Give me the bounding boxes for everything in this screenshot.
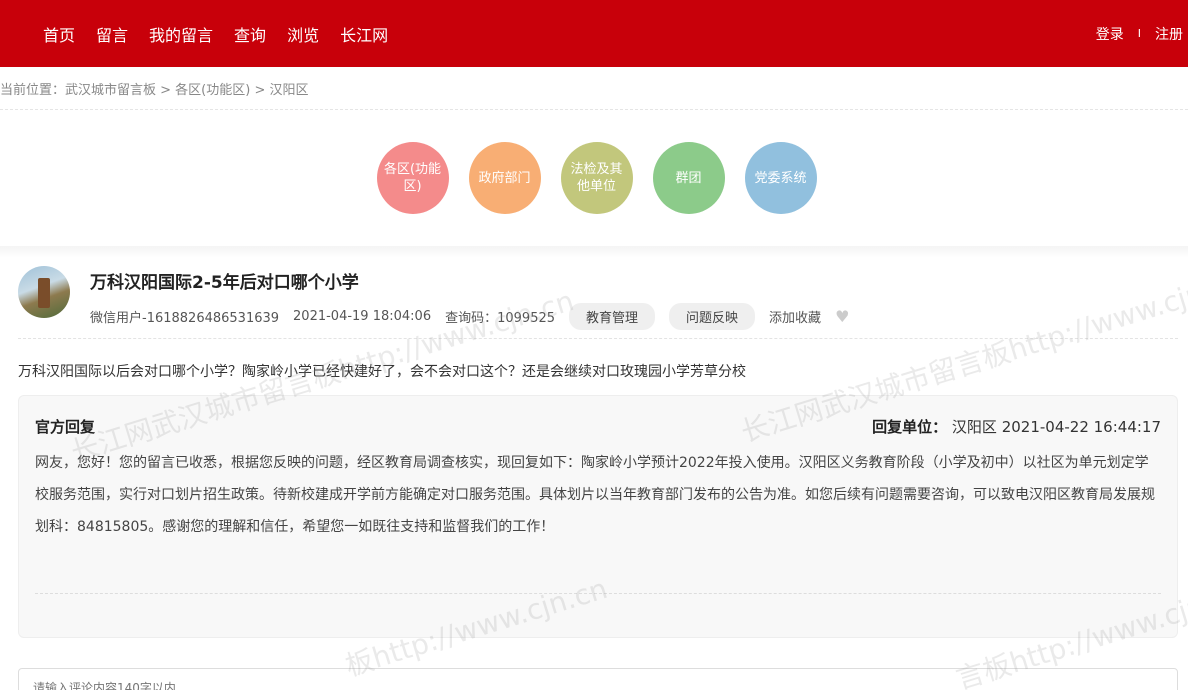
category-districts[interactable]: 各区(功能区): [376, 142, 449, 214]
comment-box[interactable]: [18, 668, 1178, 690]
category-party[interactable]: 党委系统: [744, 142, 817, 214]
post-time: 2021-04-19 18:04:06: [293, 309, 432, 324]
nav-cjn[interactable]: 长江网: [340, 22, 388, 46]
tag-education[interactable]: 教育管理: [569, 303, 656, 330]
nav-my-messages[interactable]: 我的留言: [149, 22, 213, 46]
category-government[interactable]: 政府部门: [468, 142, 541, 214]
top-navigation-bar: 首页 留言 我的留言 查询 浏览 长江网 登录 I 注册: [0, 0, 1188, 67]
post-header: 万科汉阳国际2-5年后对口哪个小学 微信用户-1618826486531639 …: [18, 266, 1178, 339]
tag-issue-report[interactable]: 问题反映: [669, 303, 756, 330]
auth-separator: I: [1137, 27, 1141, 40]
auth-links: 登录 I 注册: [1096, 24, 1183, 44]
reply-unit: 汉阳区: [951, 418, 997, 436]
avatar: [18, 266, 70, 318]
reply-label: 官方回复: [35, 418, 96, 436]
breadcrumb: 当前位置： 武汉城市留言板 > 各区(功能区) > 汉阳区: [0, 67, 1188, 110]
reply-header: 官方回复 回复单位： 汉阳区 2021-04-22 16:44:17: [35, 416, 1161, 437]
category-groups[interactable]: 群团: [652, 142, 725, 214]
nav-home[interactable]: 首页: [43, 22, 75, 46]
comment-input[interactable]: [33, 681, 1163, 690]
register-link[interactable]: 注册: [1155, 24, 1183, 44]
add-favorite-button[interactable]: 添加收藏: [769, 307, 821, 326]
breadcrumb-path[interactable]: 武汉城市留言板 > 各区(功能区) > 汉阳区: [65, 79, 308, 98]
official-reply: 官方回复 回复单位： 汉阳区 2021-04-22 16:44:17 网友，您好…: [18, 395, 1178, 638]
reply-unit-label: 回复单位：: [872, 418, 948, 436]
reply-divider: [35, 593, 1161, 594]
section-divider: [0, 246, 1188, 258]
main-nav: 首页 留言 我的留言 查询 浏览 长江网: [36, 22, 402, 46]
post-title: 万科汉阳国际2-5年后对口哪个小学: [90, 273, 359, 293]
reply-time: 2021-04-22 16:44:17: [1001, 418, 1161, 436]
reply-body: 网友，您好！您的留言已收悉，根据您反映的问题，经区教育局调查核实，现回复如下：陶…: [35, 455, 1155, 535]
heart-icon[interactable]: ♥: [835, 307, 849, 326]
post-user: 微信用户-1618826486531639: [90, 311, 280, 326]
nav-message[interactable]: 留言: [96, 22, 128, 46]
post-meta: 微信用户-1618826486531639 2021-04-19 18:04:0…: [90, 303, 849, 330]
login-link[interactable]: 登录: [1096, 24, 1124, 44]
reply-unit-info: 回复单位： 汉阳区 2021-04-22 16:44:17: [872, 416, 1161, 437]
breadcrumb-prefix: 当前位置：: [0, 82, 66, 98]
post-section: 万科汉阳国际2-5年后对口哪个小学 微信用户-1618826486531639 …: [0, 258, 1188, 690]
nav-query[interactable]: 查询: [234, 22, 266, 46]
category-judicial[interactable]: 法检及其他单位: [560, 142, 633, 214]
nav-browse[interactable]: 浏览: [287, 22, 319, 46]
post-content: 万科汉阳国际以后会对口哪个小学？陶家岭小学已经快建好了，会不会对口这个？还是会继…: [18, 364, 746, 380]
category-circles: 各区(功能区) 政府部门 法检及其他单位 群团 党委系统: [0, 110, 1188, 246]
post-query-code: 查询码：1099525: [445, 311, 556, 326]
